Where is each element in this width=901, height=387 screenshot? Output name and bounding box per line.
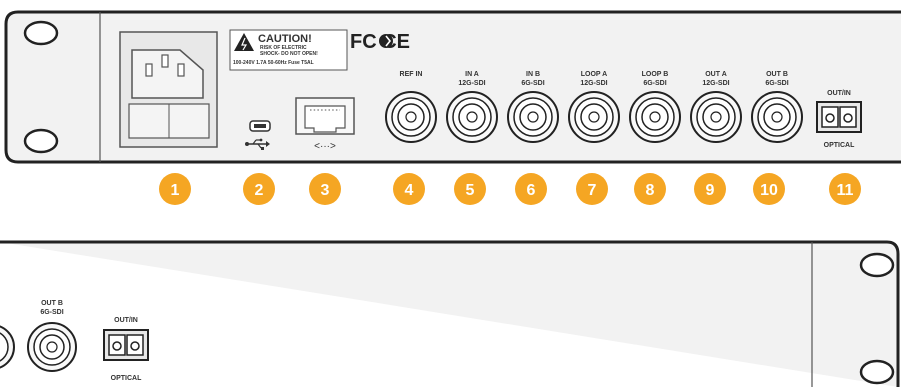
bnc-label-line1: REF IN: [400, 71, 423, 78]
bottom-rack-mount-hole-top: [859, 252, 895, 278]
bnc-label-line2: 6G-SDI: [643, 80, 666, 87]
bnc-label-line1: LOOP B: [642, 71, 669, 78]
bnc-label-line2: 6G-SDI: [765, 80, 788, 87]
callout-badge-5: 5: [454, 173, 486, 205]
callout-badge-2: 2: [243, 173, 275, 205]
callout-number: 1: [171, 182, 180, 199]
callout-badge-6: 6: [515, 173, 547, 205]
bnc-label-line2: 6G-SDI: [521, 80, 544, 87]
bottom-optical-connector: OUT/IN OPTICAL: [103, 317, 149, 382]
optical-bottom-label: OPTICAL: [824, 142, 855, 149]
bnc-center-pin: [527, 111, 539, 123]
callout-badge-11: 11: [829, 173, 861, 205]
bnc-label-line2: 12G-SDI: [580, 80, 607, 87]
callout-badge-1: 1: [159, 173, 191, 205]
callout-number: 2: [255, 182, 264, 199]
usb-port: [249, 120, 271, 132]
bottom-bnc-label-2: 6G-SDI: [40, 309, 63, 316]
bottom-rear-panel: OUT B 6G-SDI OUT/IN OPTICAL: [0, 240, 900, 387]
callout-number: 7: [588, 182, 597, 199]
callout-number: 5: [466, 182, 475, 199]
caution-title: CAUTION!: [258, 33, 312, 45]
rack-mount-hole-top: [23, 20, 59, 46]
callout-number: 11: [837, 182, 854, 199]
bnc-label-line1: IN B: [526, 71, 540, 78]
rack-mount-hole-bottom: [23, 128, 59, 154]
bnc-label-line2: 12G-SDI: [702, 80, 729, 87]
iec-power-inlet: [119, 31, 218, 148]
top-rear-panel: CAUTION! RISK OF ELECTRIC SHOCK- DO NOT …: [4, 10, 901, 164]
callout-number: 10: [760, 182, 778, 199]
bnc-label-line2: 12G-SDI: [458, 80, 485, 87]
bottom-optical-top-label: OUT/IN: [114, 317, 138, 324]
optical-top-label: OUT/IN: [827, 90, 851, 97]
partial-bnc-connector: [0, 325, 15, 369]
ethernet-port: [295, 97, 355, 135]
bottom-rack-mount-hole-bottom: [859, 359, 895, 385]
bottom-bnc-label-1: OUT B: [41, 300, 63, 307]
callout-number: 6: [527, 182, 536, 199]
bnc-center-pin: [710, 111, 722, 123]
bottom-panel-outline: [0, 240, 900, 387]
callout-number: 9: [706, 182, 715, 199]
bnc-label-line1: LOOP A: [581, 71, 607, 78]
bottom-optical-bottom-label: OPTICAL: [111, 375, 142, 382]
caution-line2: SHOCK- DO NOT OPEN!: [260, 51, 318, 57]
callout-badge-7: 7: [576, 173, 608, 205]
callout-badge-3: 3: [309, 173, 341, 205]
power-rating: 100-240V 1.7A 50-60Hz Fuse T5AL: [233, 60, 314, 66]
callout-badge-4: 4: [393, 173, 425, 205]
callout-badge-8: 8: [634, 173, 666, 205]
bnc-label-line1: IN A: [465, 71, 479, 78]
ethernet-icon: <···>: [314, 141, 336, 152]
bnc-out-b-bottom: OUT B 6G-SDI: [27, 300, 77, 372]
callout-number: 3: [321, 182, 330, 199]
bnc-center-pin: [771, 111, 783, 123]
callout-badges: 1 2 3 4 5 6 7 8 9 10 11: [159, 173, 861, 205]
bnc-center-pin: [588, 111, 600, 123]
callout-badge-10: 10: [753, 173, 785, 205]
bnc-center-pin: [649, 111, 661, 123]
bnc-center-pin: [405, 111, 417, 123]
callout-number: 8: [646, 182, 655, 199]
callout-badge-9: 9: [694, 173, 726, 205]
bnc-center-pin: [466, 111, 478, 123]
caution-label: CAUTION! RISK OF ELECTRIC SHOCK- DO NOT …: [229, 29, 348, 71]
callout-number: 4: [405, 182, 414, 199]
bnc-label-line1: OUT A: [705, 71, 727, 78]
rear-panel-diagram: CAUTION! RISK OF ELECTRIC SHOCK- DO NOT …: [0, 10, 901, 387]
bnc-label-line1: OUT B: [766, 71, 788, 78]
